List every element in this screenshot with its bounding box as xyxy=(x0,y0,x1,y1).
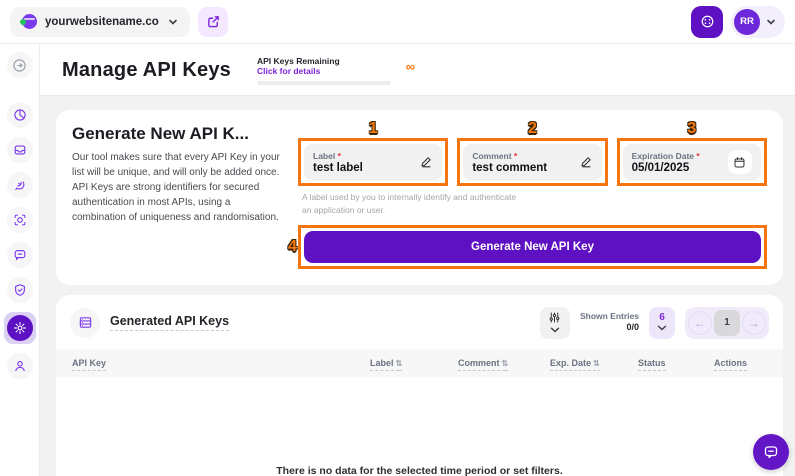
hand-wave-icon xyxy=(13,178,27,192)
annotation-number-2: 2 xyxy=(528,121,537,137)
expiration-field-name: Expiration Date xyxy=(632,151,694,161)
sidebar-collapse-button[interactable] xyxy=(7,52,33,78)
sidebar-item-inbox[interactable] xyxy=(7,137,33,163)
chevron-down-icon xyxy=(550,325,560,335)
sidebar xyxy=(0,44,40,476)
annotation-box-2: 2 Comment * test comment xyxy=(457,138,607,186)
gear-icon xyxy=(13,321,27,335)
sidebar-item-tracking[interactable] xyxy=(7,207,33,233)
calendar-icon xyxy=(733,156,746,169)
chat-bubble-icon xyxy=(763,444,779,460)
empty-state-message: There is no data for the selected time p… xyxy=(56,465,783,476)
sidebar-item-activity[interactable] xyxy=(7,172,33,198)
remaining-label: API Keys Remaining xyxy=(257,56,391,66)
table-icon xyxy=(78,315,93,330)
page-number[interactable]: 1 xyxy=(714,310,740,336)
filter-button[interactable] xyxy=(540,307,570,339)
sidebar-item-security[interactable] xyxy=(7,277,33,303)
remaining-details-link[interactable]: Click for details xyxy=(257,66,391,76)
label-field-value: test label xyxy=(313,162,363,174)
annotation-number-3: 3 xyxy=(687,121,696,137)
expiration-date-field[interactable]: Expiration Date * 05/01/2025 xyxy=(623,144,761,180)
filter-sliders-icon xyxy=(548,311,561,324)
column-status: Status xyxy=(638,358,714,368)
generate-api-key-button[interactable]: Generate New API Key xyxy=(304,231,761,263)
collapse-icon xyxy=(12,58,27,73)
comment-field-name: Comment xyxy=(472,151,511,161)
label-helper-text: A label used by you to internally identi… xyxy=(302,191,522,217)
page-title: Manage API Keys xyxy=(62,59,231,82)
avatar: RR xyxy=(734,9,760,35)
required-mark: * xyxy=(338,151,341,161)
apps-icon xyxy=(700,14,715,29)
table-header-row: API Key Label⇅ Comment⇅ Exp. Date⇅ Statu… xyxy=(56,349,783,377)
remaining-progress-bar xyxy=(257,81,391,85)
pagination: ← 1 → xyxy=(685,307,769,339)
generate-card-description: Our tool makes sure that every API Key i… xyxy=(72,150,284,225)
sidebar-item-account[interactable] xyxy=(7,353,33,379)
generated-api-keys-card: Generated API Keys Shown Entries 0/0 6 xyxy=(56,295,783,476)
column-label-sortable[interactable]: Label⇅ xyxy=(370,358,458,368)
calendar-button[interactable] xyxy=(728,150,752,174)
keys-card-title: Generated API Keys xyxy=(110,314,229,331)
topbar: yourwebsitename.co RR xyxy=(0,0,795,44)
shield-icon xyxy=(13,283,27,297)
label-field[interactable]: Label * test label xyxy=(304,144,442,180)
external-link-button[interactable] xyxy=(198,7,228,37)
annotation-number-1: 1 xyxy=(369,121,378,137)
label-field-name: Label xyxy=(313,151,335,161)
page-size-value: 6 xyxy=(659,312,665,323)
site-favicon-icon xyxy=(22,14,37,29)
next-page-button[interactable]: → xyxy=(742,311,766,335)
comment-field-value: test comment xyxy=(472,162,547,174)
annotation-box-1: 1 Label * test label xyxy=(298,138,448,186)
chevron-down-icon xyxy=(168,17,178,27)
comment-field[interactable]: Comment * test comment xyxy=(463,144,601,180)
page-header: Manage API Keys API Keys Remaining Click… xyxy=(40,44,795,96)
shown-entries-value: 0/0 xyxy=(580,322,639,334)
sort-icon: ⇅ xyxy=(593,359,600,371)
sidebar-item-dashboard[interactable] xyxy=(7,102,33,128)
chevron-down-icon xyxy=(766,17,776,27)
site-selector[interactable]: yourwebsitename.co xyxy=(10,7,190,37)
sort-icon: ⇅ xyxy=(396,359,403,371)
sort-icon: ⇅ xyxy=(502,359,509,371)
remaining-value: ∞ xyxy=(406,60,415,73)
expiration-field-value: 05/01/2025 xyxy=(632,162,700,174)
required-mark: * xyxy=(696,151,699,161)
edit-pencil-icon[interactable] xyxy=(579,155,593,169)
column-api-key: API Key xyxy=(72,358,370,368)
generate-card-title: Generate New API K... xyxy=(72,124,284,144)
shown-entries-label: Shown Entries xyxy=(580,311,639,322)
shown-entries: Shown Entries 0/0 xyxy=(580,311,639,334)
sidebar-item-settings-active[interactable] xyxy=(4,312,36,344)
chat-icon xyxy=(13,248,27,262)
apps-button[interactable] xyxy=(691,6,723,38)
pie-chart-icon xyxy=(13,108,27,122)
required-mark: * xyxy=(514,151,517,161)
annotation-box-4: 4 Generate New API Key xyxy=(298,225,767,269)
annotation-number-4: 4 xyxy=(288,239,297,255)
user-icon xyxy=(13,359,27,373)
sidebar-item-messages[interactable] xyxy=(7,242,33,268)
prev-page-button[interactable]: ← xyxy=(688,311,712,335)
column-exp-date-sortable[interactable]: Exp. Date⇅ xyxy=(550,358,638,368)
inbox-icon xyxy=(13,143,27,157)
profile-menu[interactable]: RR xyxy=(731,6,785,38)
scan-icon xyxy=(13,213,27,227)
chat-fab-button[interactable] xyxy=(753,434,789,470)
external-link-icon xyxy=(207,15,220,28)
api-keys-remaining: API Keys Remaining Click for details ∞ xyxy=(257,56,415,85)
edit-pencil-icon[interactable] xyxy=(419,155,433,169)
chevron-down-icon xyxy=(657,323,667,333)
column-comment-sortable[interactable]: Comment⇅ xyxy=(458,358,550,368)
column-actions: Actions xyxy=(714,358,767,368)
page-size-select[interactable]: 6 xyxy=(649,307,675,339)
annotation-box-3: 3 Expiration Date * 05/01/2025 xyxy=(617,138,767,186)
site-name: yourwebsitename.co xyxy=(45,16,160,28)
generate-api-key-card: Generate New API K... Our tool makes sur… xyxy=(56,110,783,285)
